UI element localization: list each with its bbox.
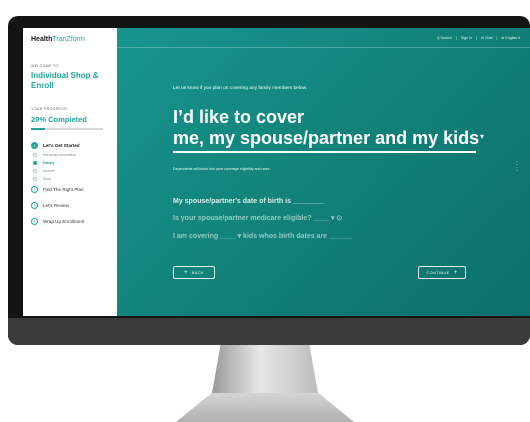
- substep-label: Shop: [43, 177, 52, 181]
- step-list: 1 Let's Get Started Personal Information…: [31, 139, 115, 227]
- substep-label: Income: [43, 169, 55, 173]
- nav-divider: |: [496, 36, 498, 40]
- top-nav: Q Search | Sign In | ✉ Chat | ⊕ English …: [437, 36, 520, 40]
- plus-icon: +: [184, 269, 188, 276]
- substep-family[interactable]: Family: [31, 159, 115, 167]
- substep-personal-information[interactable]: Personal Information: [31, 151, 115, 159]
- monitor-screen: HealthTranZform WELCOME TO: Individual S…: [23, 28, 530, 316]
- stage: HealthTranZform WELCOME TO: Individual S…: [0, 0, 530, 422]
- monitor-chin: [8, 318, 530, 345]
- progress-bar-fill: [31, 128, 46, 130]
- continue-button[interactable]: CONTINUE +: [418, 266, 466, 279]
- step-label: Wrap Up Enrollment: [43, 218, 85, 224]
- top-bar: Q Search | Sign In | ✉ Chat | ⊕ English …: [117, 28, 530, 48]
- substep-label: Personal Information: [43, 153, 77, 157]
- step-number: 3: [31, 201, 38, 209]
- plus-icon: +: [453, 269, 458, 276]
- substep-income[interactable]: Income: [31, 167, 115, 175]
- welcome-label: WELCOME TO:: [31, 64, 60, 68]
- step-number: 4: [31, 217, 38, 225]
- continue-button-label: CONTINUE: [426, 270, 450, 275]
- monitor-stand-base: [176, 393, 354, 422]
- sidebar: HealthTranZform WELCOME TO: Individual S…: [23, 28, 117, 316]
- brand-logo[interactable]: HealthTranZform: [31, 36, 85, 43]
- step-lets-get-started[interactable]: 1 Let's Get Started: [31, 139, 115, 151]
- back-button-label: BACK: [191, 270, 204, 275]
- brand-name-bold: Health: [31, 36, 53, 43]
- dependents-note: Dependents will factor into your coverag…: [173, 167, 271, 171]
- spouse-medicare-question[interactable]: Is your spouse/partner medicare eligible…: [173, 214, 342, 222]
- headline-line-1: I’d like to cover: [173, 107, 305, 127]
- substep-dot-icon: [32, 177, 37, 181]
- monitor-stand-neck: [212, 345, 318, 393]
- brand-name-light: TranZform: [52, 36, 85, 43]
- more-options-icon[interactable]: · · · ·: [516, 159, 518, 174]
- step-number: 2: [31, 185, 38, 193]
- step-wrap-up-enrollment[interactable]: 4 Wrap Up Enrollment: [31, 215, 115, 227]
- flow-title: Individual Shop & Enroll: [31, 71, 99, 90]
- nav-divider: |: [475, 36, 477, 40]
- step-number: 1: [31, 141, 38, 149]
- spouse-dob-question[interactable]: My spouse/partner's date of birth is ___…: [173, 198, 324, 205]
- chevron-down-icon[interactable]: ▾: [480, 132, 484, 141]
- search-link[interactable]: Q Search: [437, 36, 452, 40]
- intro-text: Let us know if you plan on covering any …: [173, 86, 308, 91]
- step-lets-review[interactable]: 3 Let's Review: [31, 199, 115, 211]
- back-button[interactable]: + BACK: [173, 266, 215, 279]
- coverage-selector[interactable]: me, my spouse/partner and my kids: [173, 128, 479, 149]
- substep-label: Family: [43, 161, 55, 165]
- step-find-the-right-plan[interactable]: 2 Find The Right Plan: [31, 183, 115, 195]
- progress-bar: [31, 128, 103, 130]
- chat-link[interactable]: ✉ Chat: [481, 36, 493, 40]
- substep-shop[interactable]: Shop: [31, 175, 115, 183]
- substep-dot-icon: [32, 153, 37, 157]
- kids-count-question[interactable]: I am covering ____ ▾ kids whos birth dat…: [173, 232, 352, 240]
- step-label: Let's Review: [43, 202, 69, 208]
- substep-dot-icon: [32, 169, 37, 173]
- step-label: Let's Get Started: [43, 142, 80, 148]
- sign-in-link[interactable]: Sign In: [461, 36, 472, 40]
- coverage-selector-underline: [173, 151, 476, 153]
- nav-divider: |: [455, 36, 457, 40]
- language-selector[interactable]: ⊕ English ▾: [501, 36, 520, 40]
- progress-label: YOUR PROGRESS:: [31, 107, 68, 111]
- step-label: Find The Right Plan: [43, 186, 84, 192]
- progress-value: 20% Completed: [31, 115, 87, 124]
- main-panel: Q Search | Sign In | ✉ Chat | ⊕ English …: [117, 28, 530, 316]
- substep-dot-icon: [32, 161, 37, 165]
